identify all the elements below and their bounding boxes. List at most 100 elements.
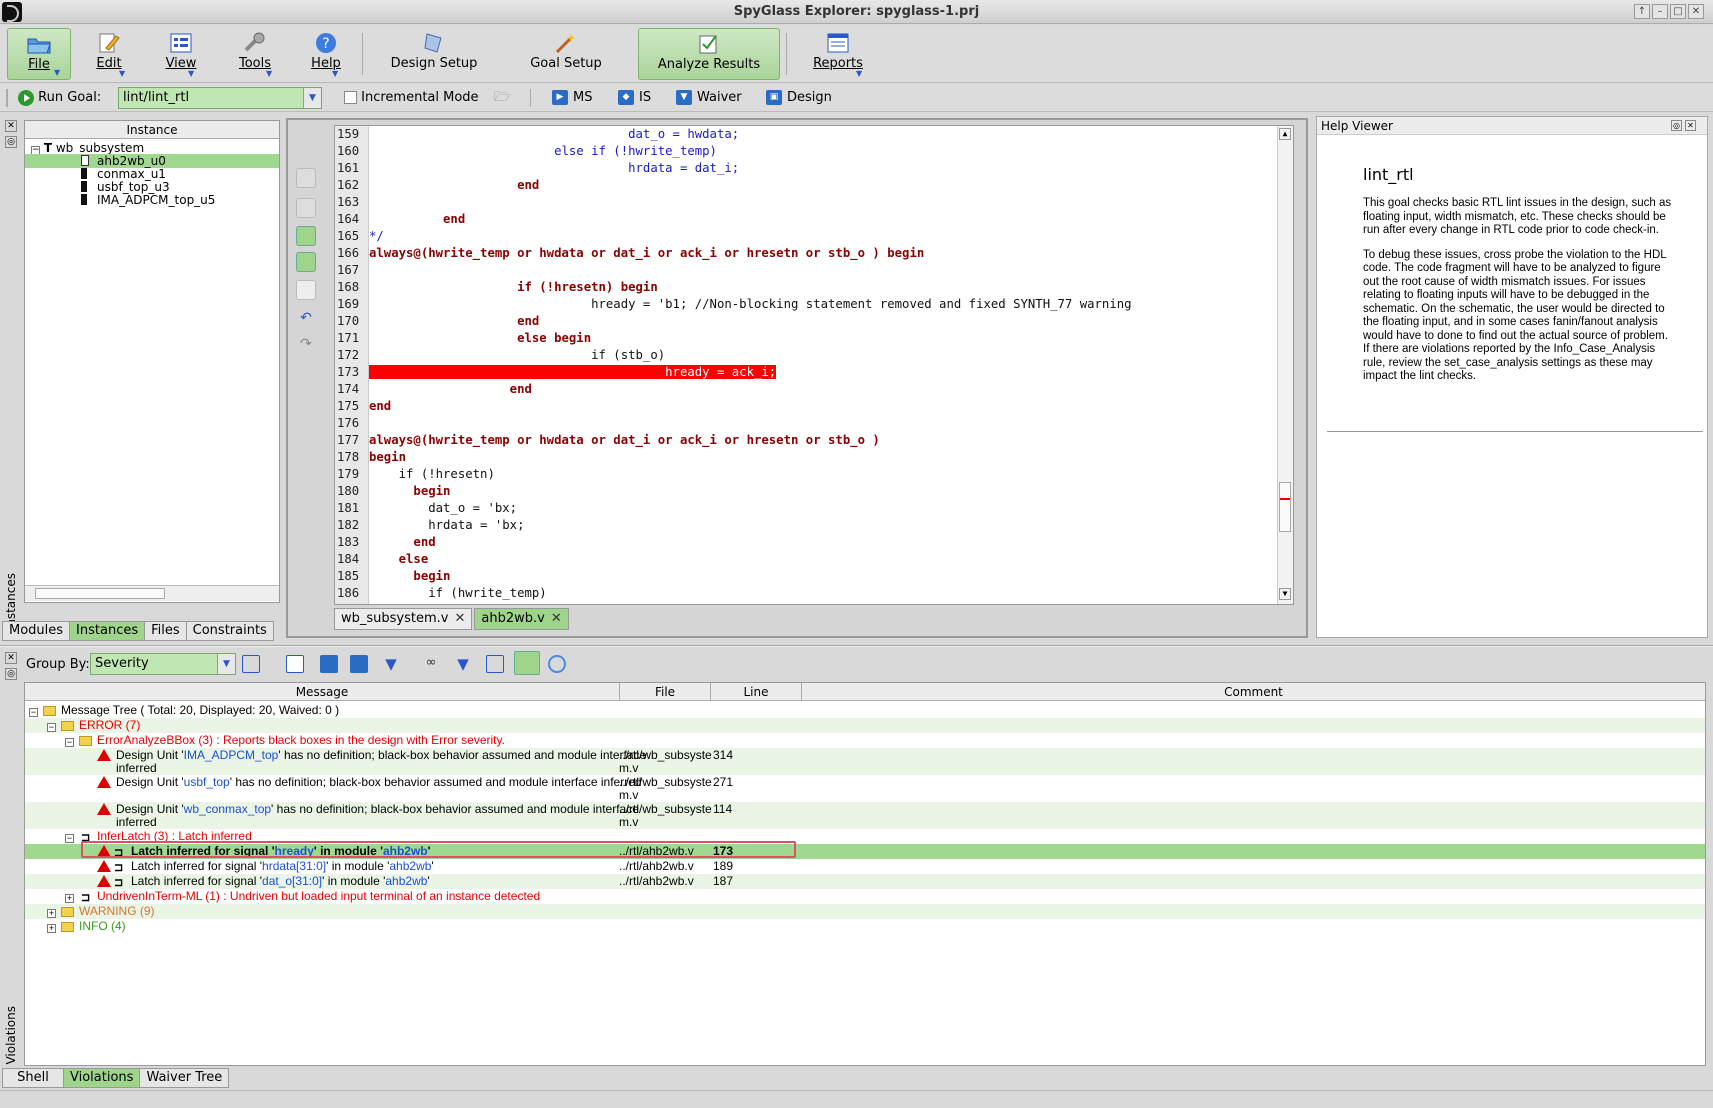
open-file-icon[interactable]: 🗁 bbox=[494, 89, 510, 107]
analyze-results-button[interactable]: Analyze Results bbox=[638, 28, 780, 80]
table-row[interactable]: ⊐ Latch inferred for signal 'hready' in m… bbox=[25, 844, 1705, 859]
code-line[interactable]: 181 dat_o = 'bx; bbox=[335, 500, 1280, 517]
code-line[interactable]: 182 hrdata = 'bx; bbox=[335, 517, 1280, 534]
goal-setup-button[interactable]: Goal Setup bbox=[522, 28, 610, 80]
is-button[interactable]: ◆ IS bbox=[618, 89, 651, 107]
float-panel-icon[interactable]: ◎ bbox=[1671, 120, 1682, 131]
code-line[interactable]: 173 hready = ack_i; bbox=[335, 364, 1280, 381]
list-view-icon[interactable] bbox=[286, 655, 304, 673]
find-binoculars-icon[interactable]: ∞ bbox=[422, 655, 440, 673]
column-header-line[interactable]: Line bbox=[711, 683, 802, 701]
table-row[interactable]: Design Unit 'IMA_ADPCM_top' has no defin… bbox=[25, 748, 1705, 775]
design-button[interactable]: ▣ Design bbox=[766, 89, 832, 107]
close-panel-icon[interactable]: ✕ bbox=[5, 652, 17, 664]
code-line[interactable]: 170 end bbox=[335, 313, 1280, 330]
view-menu-button[interactable]: View ▼ bbox=[158, 28, 204, 80]
code-line[interactable]: 171 else begin bbox=[335, 330, 1280, 347]
waiver-filter-icon[interactable]: ▼ bbox=[454, 655, 472, 673]
code-line[interactable]: 174 end bbox=[335, 381, 1280, 398]
filter-icon[interactable]: ▼ bbox=[382, 655, 400, 673]
undo-icon[interactable]: ↶ bbox=[296, 310, 316, 330]
tree-root-row[interactable]: − Message Tree ( Total: 20, Displayed: 20… bbox=[25, 703, 1705, 718]
code-line[interactable]: 160 else if (!hwrite_temp) bbox=[335, 143, 1280, 160]
group-by-select[interactable]: Severity ▼ bbox=[90, 653, 236, 675]
collapse-icon[interactable]: − bbox=[47, 719, 56, 733]
window-minimize-icon[interactable]: – bbox=[1652, 4, 1668, 19]
code-line[interactable]: 167 bbox=[335, 262, 1280, 279]
copy-icon[interactable] bbox=[296, 168, 316, 188]
code-line[interactable]: 164 end bbox=[335, 211, 1280, 228]
run-goal-button[interactable]: Run Goal: bbox=[18, 89, 101, 107]
tab-ahb2wb[interactable]: ahb2wb.v ✕ bbox=[474, 608, 569, 630]
scroll-thumb[interactable] bbox=[1279, 482, 1291, 532]
code-line[interactable]: 175 end bbox=[335, 398, 1280, 415]
edit-menu-button[interactable]: Edit ▼ bbox=[86, 28, 132, 80]
tab-files[interactable]: Files bbox=[144, 621, 187, 641]
tab-violations[interactable]: Violations bbox=[63, 1068, 141, 1088]
code-line[interactable]: 168 if (!hresetn) begin bbox=[335, 279, 1280, 296]
tree-item-usbf-top-u3[interactable]: usbf_top_u3 bbox=[81, 180, 170, 194]
window-close-icon[interactable]: ✕ bbox=[1688, 4, 1704, 19]
reports-menu-button[interactable]: Reports ▼ bbox=[810, 28, 866, 80]
code-line[interactable]: 184 else bbox=[335, 551, 1280, 568]
save-icon[interactable] bbox=[296, 198, 316, 218]
cross-probe-toggle-icon[interactable] bbox=[514, 651, 540, 675]
tools-menu-button[interactable]: Tools ▼ bbox=[230, 28, 280, 80]
rule-group-undriven[interactable]: + ⊐ UndrivenInTerm-ML (1) : Undriven but l… bbox=[25, 889, 1705, 904]
tab-constraints[interactable]: Constraints bbox=[185, 621, 274, 641]
annotate-icon[interactable] bbox=[296, 280, 316, 300]
code-line[interactable]: 172 if (stb_o) bbox=[335, 347, 1280, 364]
module-link[interactable]: ahb2wb bbox=[389, 859, 431, 873]
tab-shell[interactable]: Shell bbox=[2, 1068, 64, 1088]
code-line[interactable]: 166 always@(hwrite_temp or hwdata or dat_… bbox=[335, 245, 1280, 262]
tree-root[interactable]: − T wb_subsystem bbox=[31, 141, 144, 155]
code-line[interactable]: 185 begin bbox=[335, 568, 1280, 585]
table-row[interactable]: ⊐ Latch inferred for signal 'hrdata[31:0]… bbox=[25, 859, 1705, 874]
close-panel-icon[interactable]: ✕ bbox=[5, 120, 17, 132]
close-panel-icon[interactable]: ✕ bbox=[1685, 120, 1696, 131]
expand-icon[interactable]: + bbox=[47, 920, 56, 934]
code-line[interactable]: 162 end bbox=[335, 177, 1280, 194]
vertical-scrollbar[interactable]: ▲ ▼ bbox=[1277, 126, 1293, 604]
expand-icon[interactable]: + bbox=[47, 905, 56, 919]
design-unit-link[interactable]: wb_conmax_top bbox=[184, 802, 271, 816]
code-line[interactable]: 186 if (hwrite_temp) bbox=[335, 585, 1280, 602]
module-link[interactable]: ahb2wb bbox=[385, 874, 427, 888]
tree-item-ahb2wb-u0[interactable]: ahb2wb_u0 bbox=[25, 154, 279, 168]
code-line[interactable]: 163 bbox=[335, 194, 1280, 211]
tab-modules[interactable]: Modules bbox=[2, 621, 71, 641]
severity-group-warning[interactable]: + WARNING (9) bbox=[25, 904, 1705, 919]
float-panel-icon[interactable]: ◎ bbox=[5, 136, 17, 148]
close-tab-icon[interactable]: ✕ bbox=[454, 611, 465, 626]
window-maximize-icon[interactable]: □ bbox=[1670, 4, 1686, 19]
help-menu-button[interactable]: ? Help ▼ bbox=[302, 28, 350, 80]
tree-view-icon[interactable] bbox=[242, 655, 260, 673]
code-line[interactable]: 179 if (!hresetn) bbox=[335, 466, 1280, 483]
cross-probe-icon[interactable] bbox=[296, 252, 316, 272]
severity-group-info[interactable]: + INFO (4) bbox=[25, 919, 1705, 934]
violations-vertical-tab[interactable]: Violations bbox=[4, 1006, 18, 1065]
horizontal-scrollbar[interactable] bbox=[25, 585, 279, 601]
goal-select[interactable]: lint/lint_rtl ▼ bbox=[118, 87, 322, 109]
collapse-icon[interactable]: − bbox=[29, 704, 38, 718]
tree-item-ima-adpcm-top-u5[interactable]: IMA_ADPCM_top_u5 bbox=[81, 193, 215, 207]
table-row[interactable]: ⊐ Latch inferred for signal 'dat_o[31:0]'… bbox=[25, 874, 1705, 889]
code-view[interactable]: 159 dat_o = hwdata; 160 else if (!hwrite_… bbox=[334, 125, 1294, 605]
code-line[interactable]: 169 hready = 'b1; //Non-blocking stateme… bbox=[335, 296, 1280, 313]
ms-button[interactable]: ▶ MS bbox=[552, 89, 592, 107]
splitter[interactable] bbox=[0, 645, 1713, 647]
code-line[interactable]: 159 dat_o = hwdata; bbox=[335, 126, 1280, 143]
hierarchy-icon[interactable] bbox=[486, 655, 504, 673]
code-line[interactable]: 165 */ bbox=[335, 228, 1280, 245]
tab-wb-subsystem[interactable]: wb_subsystem.v ✕ bbox=[334, 608, 473, 630]
table-row[interactable]: Design Unit 'usbf_top' has no definition… bbox=[25, 775, 1705, 802]
code-line[interactable]: 176 bbox=[335, 415, 1280, 432]
code-line[interactable]: 187 dat_o = hwdata; bbox=[335, 602, 1280, 604]
design-unit-link[interactable]: usbf_top bbox=[184, 775, 230, 789]
tab-waiver-tree[interactable]: Waiver Tree bbox=[139, 1068, 230, 1088]
table-row[interactable]: Design Unit 'wb_conmax_top' has no defin… bbox=[25, 802, 1705, 829]
redo-icon[interactable]: ↷ bbox=[296, 336, 316, 356]
design-setup-button[interactable]: Design Setup bbox=[380, 28, 488, 80]
expand-icon[interactable]: + bbox=[65, 890, 74, 904]
rule-group-inferlatch[interactable]: − ⊐ InferLatch (3) : Latch inferred bbox=[25, 829, 1705, 844]
